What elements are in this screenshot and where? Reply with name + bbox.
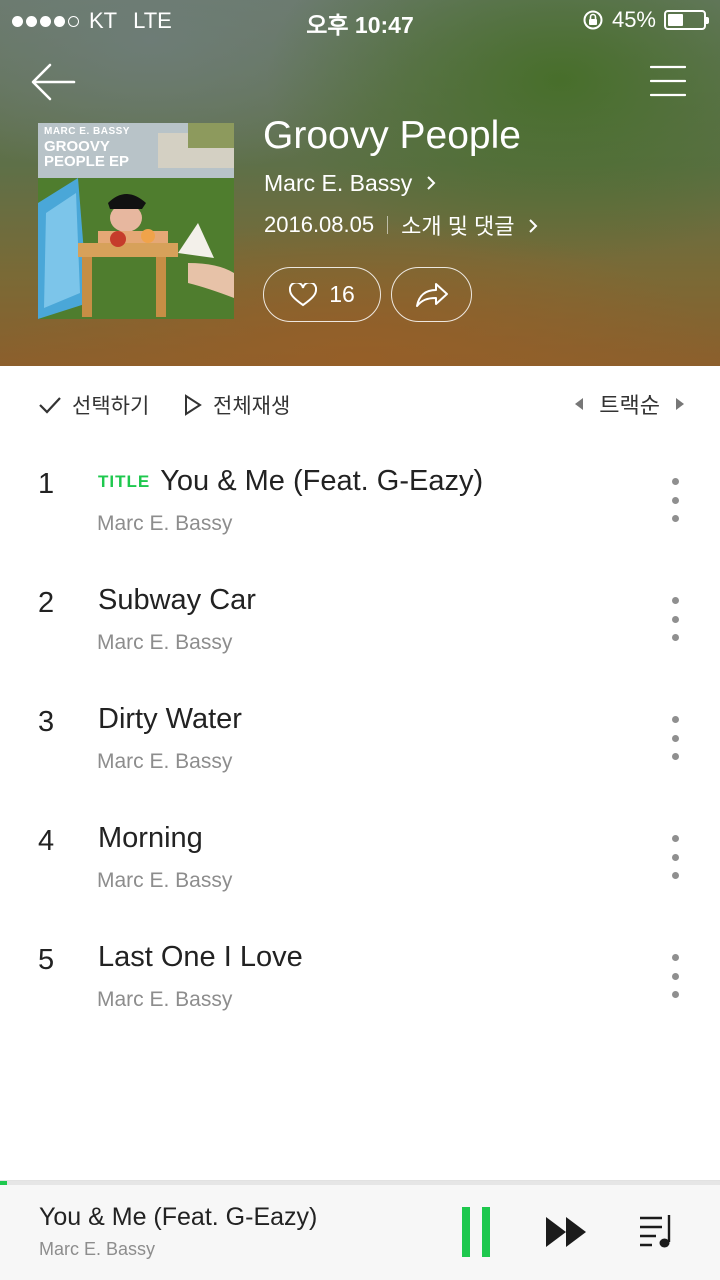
next-track-button[interactable] [544, 1215, 588, 1249]
track-row[interactable]: 5 Last One I Love Marc E. Bassy [0, 918, 720, 1037]
more-options-icon[interactable] [660, 597, 690, 641]
rotation-lock-icon [583, 10, 603, 30]
more-options-icon[interactable] [660, 835, 690, 879]
track-title: Subway Car [98, 584, 256, 616]
triangle-right-icon [676, 398, 684, 410]
share-arrow-icon [415, 282, 448, 307]
more-options-icon[interactable] [660, 716, 690, 760]
track-title: Last One I Love [98, 941, 303, 973]
playback-progress-fill [0, 1181, 8, 1185]
mini-player[interactable]: You & Me (Feat. G-Eazy) Marc E. Bassy [0, 1180, 720, 1280]
now-playing-artist: Marc E. Bassy [39, 1239, 156, 1259]
track-title: You & Me (Feat. G-Eazy) [160, 465, 484, 497]
track-artist: Marc E. Bassy [97, 869, 233, 892]
track-toolbar: 선택하기 전체재생 트랙순 [0, 366, 720, 442]
track-list: 1 TITLE You & Me (Feat. G-Eazy) Marc E. … [0, 442, 720, 1037]
meta-divider [387, 216, 389, 234]
track-title-row: TITLE You & Me (Feat. G-Eazy) [98, 465, 483, 498]
status-bar: KT LTE 오후 10:47 45% [0, 0, 720, 40]
album-cover-artist-text: MARC E. BASSY [44, 126, 130, 137]
title-badge: TITLE [98, 471, 151, 491]
intro-comments-label: 소개 및 댓글 [401, 214, 515, 239]
menu-button[interactable] [649, 64, 687, 98]
sort-label: 트랙순 [599, 393, 660, 418]
more-options-icon[interactable] [660, 954, 690, 998]
release-date: 2016.08.05 [264, 212, 375, 237]
back-button[interactable] [30, 62, 76, 102]
track-artist: Marc E. Bassy [97, 750, 233, 773]
track-title: Dirty Water [98, 703, 242, 735]
hamburger-menu-icon [649, 65, 687, 97]
track-row[interactable]: 4 Morning Marc E. Bassy [0, 799, 720, 918]
status-right: 45% [582, 7, 709, 33]
arrow-left-icon [31, 63, 76, 101]
album-cover[interactable]: MARC E. BASSY GROOVY PEOPLE EP [38, 123, 234, 319]
sort-selector: 트랙순 [573, 388, 686, 420]
more-options-icon[interactable] [660, 478, 690, 522]
triangle-left-icon [575, 398, 584, 410]
track-row[interactable]: 3 Dirty Water Marc E. Bassy [0, 680, 720, 799]
track-artist: Marc E. Bassy [97, 512, 233, 535]
track-title-row: Dirty Water [98, 703, 242, 736]
track-number: 4 [38, 825, 55, 857]
pause-icon [482, 1207, 490, 1257]
track-row[interactable]: 2 Subway Car Marc E. Bassy [0, 561, 720, 680]
intro-comments-link[interactable]: 소개 및 댓글 [401, 209, 539, 241]
album-cover-title-text: GROOVY PEOPLE EP [44, 138, 130, 170]
album-header: KT LTE 오후 10:47 45% MARC E. BASSY GROOVY… [0, 0, 720, 366]
pause-button[interactable] [456, 1207, 496, 1259]
album-artist-label: Marc E. Bassy [264, 170, 413, 196]
select-label: 선택하기 [72, 395, 150, 418]
play-all-button[interactable]: 전체재생 [183, 390, 290, 420]
album-artist-link[interactable]: Marc E. Bassy [264, 170, 437, 197]
like-count: 16 [329, 281, 355, 307]
track-artist: Marc E. Bassy [97, 988, 233, 1011]
track-title-row: Subway Car [98, 584, 256, 617]
play-icon [185, 394, 202, 416]
playlist-queue-button[interactable] [638, 1213, 676, 1251]
track-title-row: Morning [98, 822, 203, 855]
battery-icon [664, 10, 709, 30]
playback-progress-bar[interactable] [0, 1181, 720, 1185]
sort-next-button[interactable] [674, 397, 686, 411]
check-icon [39, 397, 61, 414]
sort-prev-button[interactable] [573, 397, 585, 411]
album-meta: 2016.08.05 소개 및 댓글 [264, 209, 539, 241]
play-all-label: 전체재생 [213, 395, 291, 418]
track-number: 3 [38, 706, 55, 738]
track-number: 5 [38, 944, 55, 976]
album-cover-lettering: MARC E. BASSY GROOVY PEOPLE EP [44, 126, 134, 170]
chevron-right-icon [426, 176, 436, 190]
playlist-icon [640, 1215, 671, 1248]
share-button[interactable] [391, 267, 472, 322]
heart-icon [289, 282, 318, 306]
track-artist: Marc E. Bassy [97, 631, 233, 654]
track-title-row: Last One I Love [98, 941, 303, 974]
chevron-right-icon [528, 219, 538, 233]
track-number: 1 [38, 468, 55, 500]
track-row[interactable]: 1 TITLE You & Me (Feat. G-Eazy) Marc E. … [0, 442, 720, 561]
fast-forward-icon [546, 1217, 586, 1247]
track-number: 2 [38, 587, 55, 619]
battery-percent: 45% [611, 7, 656, 32]
like-button[interactable]: 16 [263, 267, 381, 322]
track-title: Morning [98, 822, 203, 854]
pause-icon [462, 1207, 470, 1257]
now-playing-title: You & Me (Feat. G-Eazy) [39, 1203, 318, 1231]
battery-fill [668, 14, 684, 26]
album-title: Groovy People [263, 114, 521, 157]
select-button[interactable]: 선택하기 [38, 390, 149, 420]
